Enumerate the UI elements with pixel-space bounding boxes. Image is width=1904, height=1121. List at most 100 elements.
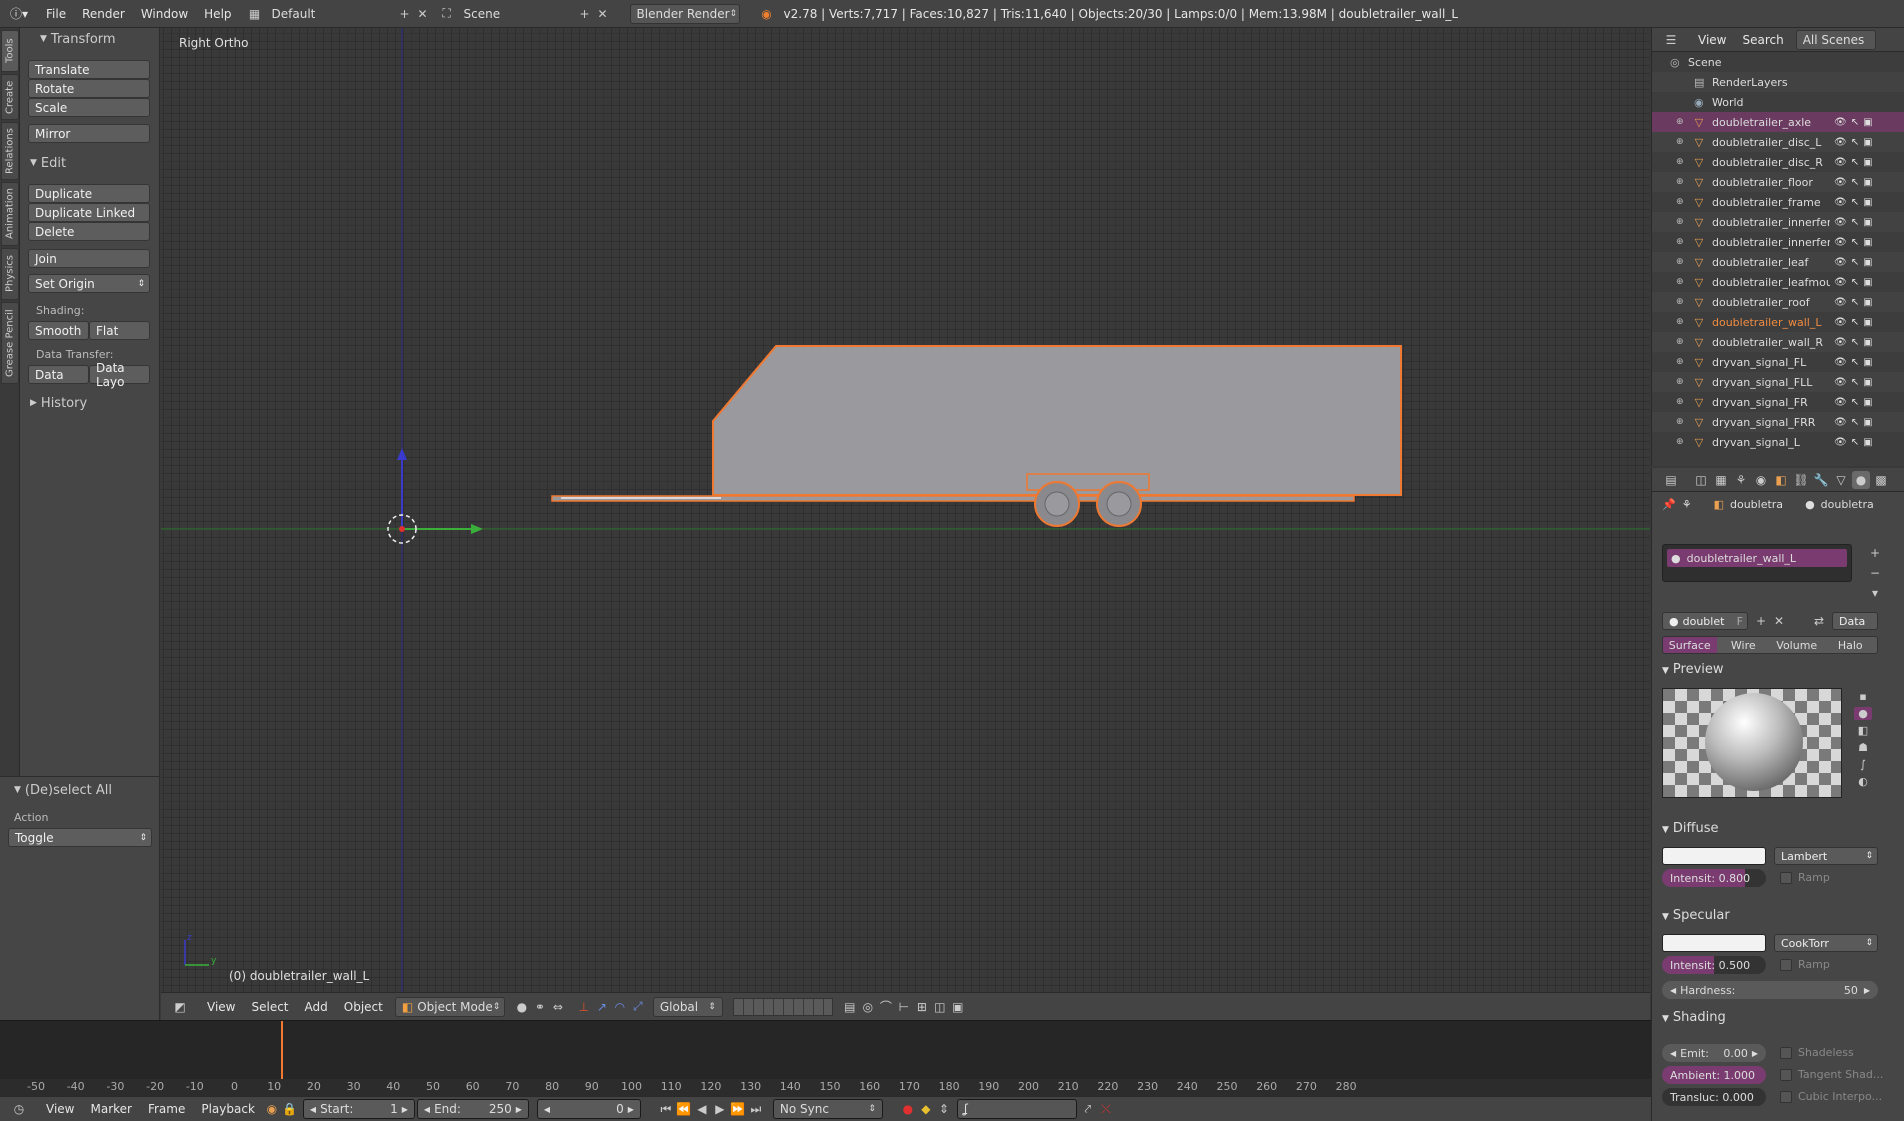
editor-type-icon[interactable]: ◩ (171, 998, 189, 1016)
layers-grid[interactable] (732, 997, 833, 1016)
tab-tools[interactable]: Tools (1, 30, 19, 72)
outliner-object-name[interactable]: doubletrailer_innerfende (1712, 236, 1830, 249)
menu-add[interactable]: Add (297, 997, 336, 1017)
eye-icon[interactable]: 👁 (1834, 417, 1847, 428)
move-icon[interactable]: ↗ (593, 998, 611, 1016)
plane-preview-icon[interactable]: ▪ (1859, 690, 1866, 703)
tab-physics[interactable]: Physics (1, 248, 19, 300)
cursor-icon[interactable]: ↖ (1851, 257, 1859, 268)
outliner-editor-icon[interactable]: ☰ (1662, 31, 1680, 49)
duplicate-button[interactable]: Duplicate (28, 184, 150, 203)
operator-panel-header[interactable]: ▼ (De)select All (0, 779, 159, 801)
cursor-icon[interactable]: ↖ (1851, 297, 1859, 308)
shadeless-checkbox[interactable] (1780, 1047, 1792, 1059)
eye-icon[interactable]: 👁 (1834, 157, 1847, 168)
scene-field[interactable]: Scene (457, 3, 576, 24)
add-layout-icon[interactable]: + (396, 5, 414, 23)
eye-icon[interactable]: 👁 (1834, 257, 1847, 268)
cursor-icon[interactable]: ↖ (1851, 137, 1859, 148)
cursor-icon[interactable]: ↖ (1851, 117, 1859, 128)
tangent-shading-checkbox[interactable] (1780, 1069, 1792, 1081)
camera-icon[interactable]: ▣ (1863, 177, 1872, 188)
menu-help[interactable]: Help (196, 4, 239, 24)
eye-icon[interactable]: 👁 (1834, 297, 1847, 308)
camera-icon[interactable]: ▣ (1863, 157, 1872, 168)
camera-icon[interactable]: ▣ (1863, 257, 1872, 268)
camera-icon[interactable]: ▣ (1863, 377, 1872, 388)
outliner-row[interactable]: ⊕ ▽ doubletrailer_innerfende 👁 ↖ ▣ (1652, 212, 1904, 232)
cursor-icon[interactable]: ↖ (1851, 277, 1859, 288)
tab-wire[interactable]: Wire (1716, 637, 1770, 653)
outliner-row[interactable]: ⊕ ▽ doubletrailer_leaf 👁 ↖ ▣ (1652, 252, 1904, 272)
outliner-object-name[interactable]: dryvan_signal_FL (1712, 356, 1830, 369)
slot-menu-icon[interactable]: ▾ (1866, 584, 1884, 602)
render-icon[interactable]: ◫ (931, 998, 949, 1016)
outliner-row[interactable]: ⊕ ▽ dryvan_signal_FLL 👁 ↖ ▣ (1652, 372, 1904, 392)
outliner-filter-dropdown[interactable]: All Scenes (1795, 29, 1876, 50)
snap-icon[interactable]: ⌒ (877, 998, 895, 1016)
tab-halo[interactable]: Halo (1823, 637, 1877, 653)
cursor-icon[interactable]: ↖ (1851, 437, 1859, 448)
cursor-icon[interactable]: ↖ (1851, 357, 1859, 368)
frame-ruler[interactable]: -50 -40 -30 -20 -10 0 10 20 30 40 50 60 70 80 90 100 110… (0, 1079, 1651, 1097)
outliner-row[interactable]: ⊕ ▽ dryvan_signal_FRR 👁 ↖ ▣ (1652, 412, 1904, 432)
expand-icon[interactable]: ⊕ (1676, 437, 1684, 447)
tree-scene[interactable]: ◎ Scene (1652, 52, 1904, 72)
add-slot-icon[interactable]: + (1866, 544, 1884, 562)
translate-button[interactable]: Translate (28, 60, 150, 79)
translucency-slider[interactable]: Transluc: 0.000 (1662, 1088, 1766, 1106)
layers-tab-icon[interactable]: ▦ (1712, 471, 1730, 489)
diffuse-intensity-slider[interactable]: Intensit: 0.800 (1662, 869, 1766, 887)
expand-icon[interactable]: ⊕ (1676, 357, 1684, 367)
eye-icon[interactable]: 👁 (1834, 237, 1847, 248)
outliner-row[interactable]: ⊕ ▽ doubletrailer_disc_L 👁 ↖ ▣ (1652, 132, 1904, 152)
render-preview-icon[interactable]: ▤ (841, 998, 859, 1016)
pin-icon[interactable]: 📌 (1662, 498, 1676, 511)
mirror-button[interactable]: Mirror (28, 124, 150, 143)
menu-file[interactable]: File (38, 4, 74, 24)
camera-icon[interactable]: ▣ (1863, 317, 1872, 328)
outliner-object-name[interactable]: doubletrailer_leaf (1712, 256, 1830, 269)
shading-sphere-icon[interactable]: ● (513, 998, 531, 1016)
snap-element-icon[interactable]: ⊞ (913, 998, 931, 1016)
keying-set-field[interactable]: ʆ (956, 1099, 1077, 1119)
fake-user-label[interactable]: F (1737, 615, 1743, 628)
new-material-icon[interactable]: + (1752, 612, 1770, 630)
outliner-row[interactable]: ⊕ ▽ doubletrailer_wall_L 👁 ↖ ▣ (1652, 312, 1904, 332)
outliner-object-name[interactable]: dryvan_signal_FLL (1712, 376, 1830, 389)
outliner-object-name[interactable]: dryvan_signal_FR (1712, 396, 1830, 409)
unlink-material-icon[interactable]: ✕ (1770, 612, 1788, 630)
cursor-icon[interactable]: ↖ (1851, 397, 1859, 408)
camera-icon[interactable]: ▣ (1863, 337, 1872, 348)
menu-window[interactable]: Window (133, 4, 196, 24)
outliner-row[interactable]: ⊕ ▽ dryvan_signal_L 👁 ↖ ▣ (1652, 432, 1904, 452)
play-reverse-icon[interactable]: ◀ (693, 1100, 711, 1118)
insert-keyframe-icon[interactable]: ⤤ (1079, 1100, 1097, 1118)
preview-range-icon[interactable]: ◉ (263, 1100, 281, 1118)
info-editor-icon[interactable]: ⓘ▾ (0, 4, 38, 24)
timeline-editor-icon[interactable]: ◷ (10, 1100, 28, 1118)
link-icon[interactable]: ⇄ (1810, 612, 1828, 630)
camera-icon[interactable]: ▣ (1863, 277, 1872, 288)
start-frame-field[interactable]: ◀ Start: 1 ▶ (302, 1099, 415, 1119)
screen-layout-field[interactable]: Default (265, 3, 396, 24)
outliner-row[interactable]: ⊕ ▽ doubletrailer_axle 👁 ↖ ▣ (1652, 112, 1904, 132)
outliner-menu-view[interactable]: View (1690, 30, 1734, 50)
eye-icon[interactable]: 👁 (1834, 217, 1847, 228)
diffuse-panel-header[interactable]: ▼ Diffuse (1662, 821, 1719, 836)
eye-icon[interactable]: 👁 (1834, 377, 1847, 388)
manipulator-toggle-icon[interactable]: ⇔ (549, 998, 567, 1016)
cursor-icon[interactable]: ↖ (1851, 237, 1859, 248)
camera-icon[interactable]: ▣ (1863, 137, 1872, 148)
cursor-icon[interactable]: ↖ (1851, 337, 1859, 348)
tab-relations[interactable]: Relations (1, 122, 19, 180)
outliner-object-name[interactable]: doubletrailer_axle (1712, 116, 1830, 129)
current-frame-field[interactable]: ◀ 0 ▶ (536, 1099, 641, 1119)
camera-icon[interactable]: ▣ (1863, 357, 1872, 368)
duplicate-linked-button[interactable]: Duplicate Linked (28, 203, 150, 222)
diffuse-ramp-checkbox[interactable] (1780, 872, 1792, 884)
expand-icon[interactable]: ⊕ (1676, 237, 1684, 247)
outliner-object-name[interactable]: doubletrailer_disc_R (1712, 156, 1830, 169)
expand-icon[interactable]: ⊕ (1676, 337, 1684, 347)
object-tab-icon[interactable]: ◧ (1772, 471, 1790, 489)
